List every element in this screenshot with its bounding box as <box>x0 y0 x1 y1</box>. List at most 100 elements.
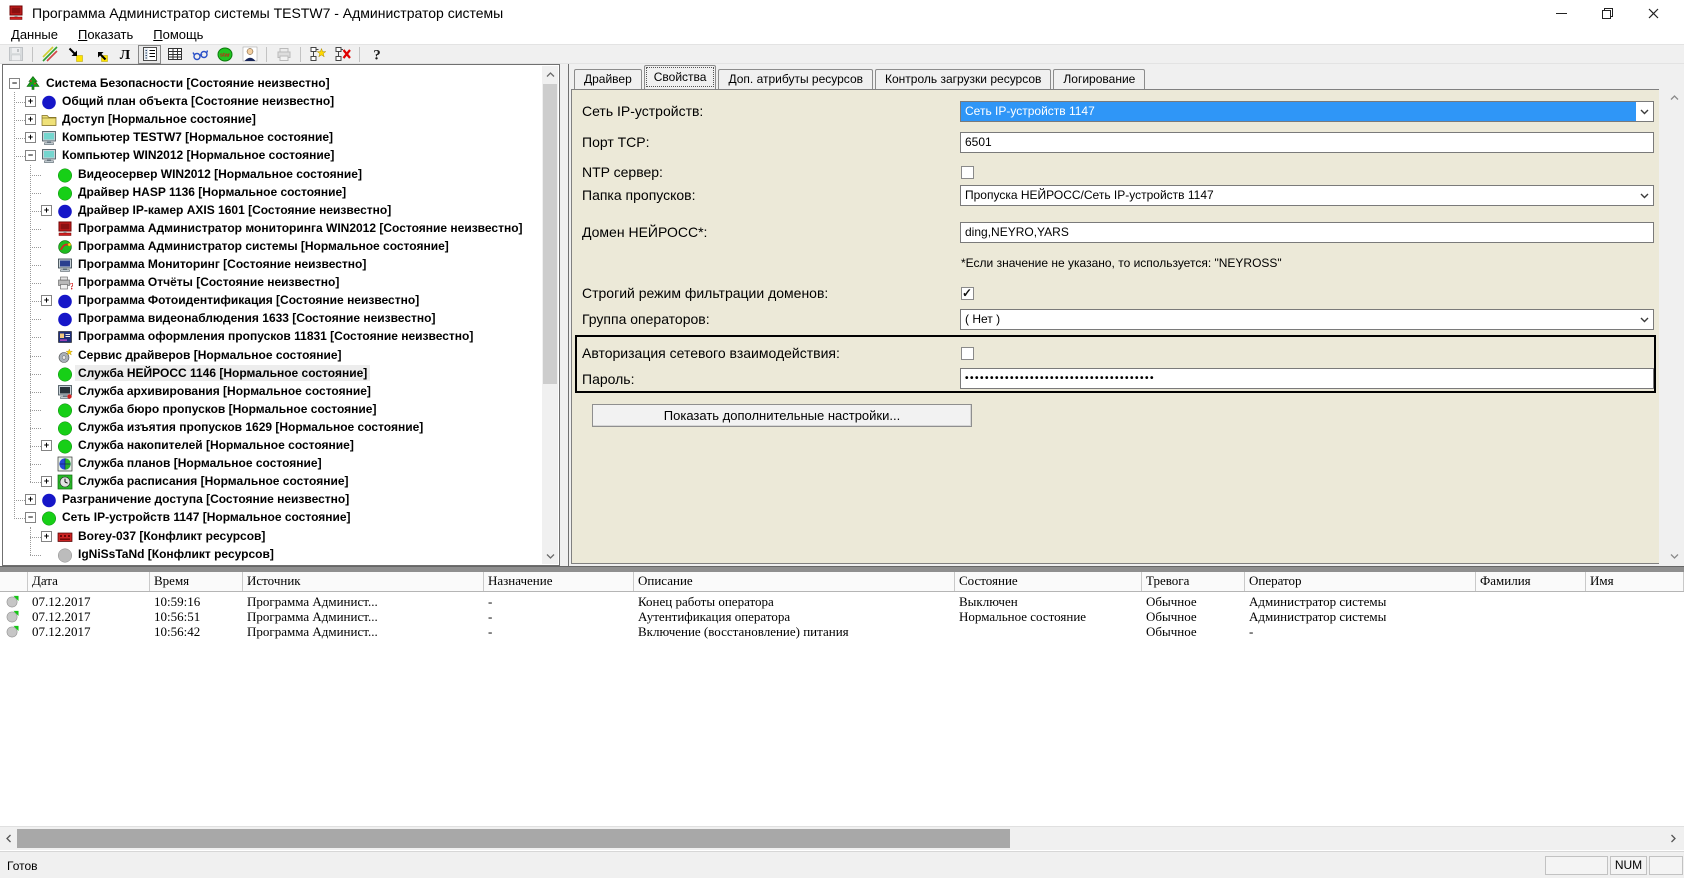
menu-item-2[interactable]: Показать <box>69 26 142 42</box>
tree-item-label[interactable]: Сеть IP-устройств 1147 [Нормальное состо… <box>59 509 354 525</box>
log-column-header[interactable]: Описание <box>634 572 955 591</box>
tab-2[interactable]: Свойства <box>644 65 717 89</box>
log-column-header[interactable]: Источник <box>243 572 484 591</box>
start-icon[interactable]: star <box>213 45 236 64</box>
scroll-left-icon[interactable] <box>0 827 17 850</box>
tree-item[interactable]: + Компьютер TESTW7 [Нормальное состояние] <box>3 129 542 148</box>
show-advanced-settings-button[interactable]: Показать дополнительные настройки... <box>592 404 972 427</box>
chevron-down-icon[interactable] <box>1636 102 1653 121</box>
menu-item-1[interactable]: Данные <box>2 26 67 42</box>
list-view-icon[interactable] <box>138 45 161 64</box>
tree-item[interactable]: ?Программа Отчёты [Состояние неизвестно] <box>3 274 542 293</box>
tree-item[interactable]: IgNiSsTaNd [Конфликт ресурсов] <box>3 546 542 565</box>
operator-icon[interactable] <box>238 45 261 64</box>
tree-item-label[interactable]: IgNiSsTaNd [Конфликт ресурсов] <box>75 546 277 562</box>
tree-item-label[interactable]: Компьютер WIN2012 [Нормальное состояние] <box>59 147 337 163</box>
expand-icon[interactable]: + <box>41 531 52 542</box>
domain-input[interactable]: ding,NEYRO,YARS <box>960 222 1654 243</box>
log-column-header[interactable]: Фамилия <box>1476 572 1586 591</box>
tree-item[interactable]: −Сеть IP-устройств 1147 [Нормальное сост… <box>3 509 542 528</box>
tree-item-label[interactable]: Служба бюро пропусков [Нормальное состоя… <box>75 401 379 417</box>
strict-filter-checkbox[interactable] <box>961 287 974 300</box>
log-column-header[interactable]: Тревога <box>1142 572 1245 591</box>
tree-item-label[interactable]: Драйвер IP-камер AXIS 1601 [Состояние не… <box>75 202 394 218</box>
tree-item-label[interactable]: Компьютер TESTW7 [Нормальное состояние] <box>59 129 336 145</box>
restore-button[interactable] <box>1584 0 1630 26</box>
tree-item-label[interactable]: Разграничение доступа [Состояние неизвес… <box>59 491 352 507</box>
tree-item[interactable]: + Borey-037 [Конфликт ресурсов] <box>3 528 542 547</box>
expand-icon[interactable]: + <box>25 132 36 143</box>
tree-item-label[interactable]: Сервис драйверов [Нормальное состояние] <box>75 347 345 363</box>
log-row[interactable]: 07.12.201710:59:16Программа Админист...-… <box>0 594 1684 609</box>
scroll-right-icon[interactable] <box>1665 827 1682 850</box>
tree-item[interactable]: Программа видеонаблюдения 1633 [Состояни… <box>3 310 542 329</box>
tree-item[interactable]: Служба бюро пропусков [Нормальное состоя… <box>3 401 542 420</box>
properties-scrollbar[interactable] <box>1666 89 1682 564</box>
panel-splitter[interactable] <box>560 64 568 566</box>
log-column-header[interactable]: Время <box>150 572 243 591</box>
tree-item[interactable]: Сервис драйверов [Нормальное состояние] <box>3 347 542 366</box>
log-row[interactable]: 07.12.201710:56:42Программа Админист...-… <box>0 624 1684 639</box>
chevron-down-icon[interactable] <box>1636 186 1653 205</box>
arrow-down-right-icon[interactable] <box>63 45 86 64</box>
log-column-header[interactable]: Оператор <box>1245 572 1476 591</box>
horizontal-scrollbar-thumb[interactable] <box>17 829 1010 848</box>
log-column-header[interactable]: Состояние <box>955 572 1142 591</box>
tree-item-label[interactable]: Система Безопасности [Состояние неизвест… <box>43 75 333 91</box>
collapse-icon[interactable]: − <box>25 150 36 161</box>
tree-item[interactable]: + Драйвер IP-камер AXIS 1601 [Состояние н… <box>3 202 542 221</box>
scroll-up-icon[interactable] <box>542 66 558 82</box>
tree-item[interactable]: + Разграничение доступа [Состояние неизве… <box>3 491 542 510</box>
tree-item[interactable]: Служба архивирования [Нормальное состоян… <box>3 383 542 402</box>
expand-icon[interactable]: + <box>25 96 36 107</box>
tree-item-label[interactable]: Служба изъятия пропусков 1629 [Нормально… <box>75 419 426 435</box>
delete-resource-icon[interactable] <box>331 45 354 64</box>
network-auth-checkbox[interactable] <box>961 347 974 360</box>
minimize-button[interactable] <box>1538 0 1584 26</box>
tree-item[interactable]: +Служба накопителей [Нормальное состояни… <box>3 437 542 456</box>
tree-item[interactable]: − Компьютер WIN2012 [Нормальное состояние… <box>3 147 542 166</box>
tab-1[interactable]: Драйвер <box>574 69 642 89</box>
tree-item-label[interactable]: Доступ [Нормальное состояние] <box>59 111 259 127</box>
tree-item[interactable]: Программа Администратор системы [Нормаль… <box>3 238 542 257</box>
scroll-up-icon[interactable] <box>1666 89 1682 105</box>
tree-item[interactable]: Драйвер HASP 1136 [Нормальное состояние] <box>3 184 542 203</box>
tree-item[interactable] <box>3 564 542 565</box>
tree-item-label[interactable]: Служба планов [Нормальное состояние] <box>75 455 325 471</box>
log-column-header[interactable] <box>0 572 28 591</box>
expand-icon[interactable]: + <box>41 295 52 306</box>
scroll-down-icon[interactable] <box>1666 548 1682 564</box>
tree-item-label[interactable]: Служба НЕЙРОСС 1146 [Нормальное состояни… <box>75 365 370 381</box>
tree-item-label[interactable]: Общий план объекта [Состояние неизвестно… <box>59 93 337 109</box>
tab-5[interactable]: Логирование <box>1053 69 1145 89</box>
tree-item[interactable]: − Система Безопасности [Состояние неизвес… <box>3 75 542 94</box>
tab-4[interactable]: Контроль загрузки ресурсов <box>875 69 1051 89</box>
expand-icon[interactable]: + <box>41 205 52 216</box>
tree-item[interactable]: +Доступ [Нормальное состояние] <box>3 111 542 130</box>
add-resource-icon[interactable] <box>306 45 329 64</box>
close-button[interactable] <box>1630 0 1676 26</box>
tree-scrollbar-thumb[interactable] <box>543 84 557 384</box>
tree-item[interactable]: + Общий план объекта [Состояние неизвестн… <box>3 93 542 112</box>
tree-item-label[interactable]: Программа Отчёты [Состояние неизвестно] <box>75 274 342 290</box>
tcp-port-input[interactable]: 6501 <box>960 132 1654 153</box>
arrow-up-left-icon[interactable] <box>88 45 111 64</box>
log-row[interactable]: 07.12.201710:56:51Программа Админист...-… <box>0 609 1684 624</box>
horizontal-scrollbar[interactable] <box>0 826 1684 850</box>
tree-item-label[interactable]: Программа Мониторинг [Состояние неизвест… <box>75 256 369 272</box>
scroll-down-icon[interactable] <box>542 548 558 564</box>
hatch-icon[interactable] <box>38 45 61 64</box>
log-column-header[interactable]: Назначение <box>484 572 634 591</box>
tree-item[interactable]: Служба планов [Нормальное состояние] <box>3 455 542 474</box>
tree-item-label[interactable]: Служба архивирования [Нормальное состоян… <box>75 383 374 399</box>
tree-item-label[interactable]: Видеосервер WIN2012 [Нормальное состояни… <box>75 166 365 182</box>
tree-item[interactable]: Программа Мониторинг [Состояние неизвест… <box>3 256 542 275</box>
tree-item-label[interactable]: Borey-037 [Конфликт ресурсов] <box>75 528 268 544</box>
tree-item-label[interactable]: Программа оформления пропусков 11831 [Со… <box>75 328 476 344</box>
collapse-icon[interactable]: − <box>9 78 20 89</box>
help-icon[interactable]: ? <box>365 45 388 64</box>
tree-item-label[interactable]: Программа Администратор мониторинга WIN2… <box>75 220 526 236</box>
expand-icon[interactable]: + <box>25 494 36 505</box>
ntp-checkbox[interactable] <box>961 166 974 179</box>
tree-item-label[interactable]: Драйвер HASP 1136 [Нормальное состояние] <box>75 184 349 200</box>
